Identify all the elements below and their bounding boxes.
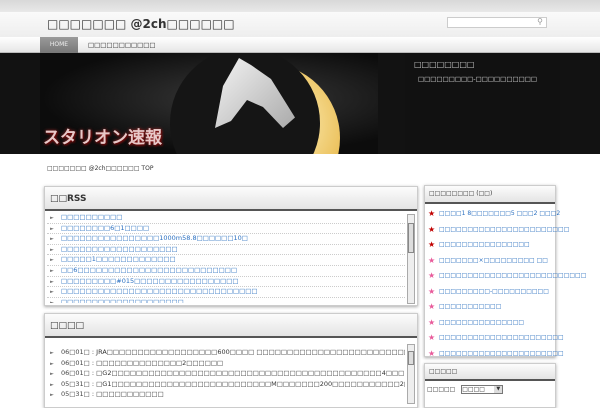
rss-item[interactable]: □□6□□□□□□□□□□□□□□□□□□□□□□□□□□ bbox=[47, 266, 405, 277]
star-icon: ★ bbox=[428, 348, 436, 358]
breadcrumb[interactable]: □□□□□□□ @2ch□□□□□□ TOP bbox=[47, 165, 153, 172]
ranking-link[interactable]: □□□□□□□□□□□□□□□□ bbox=[439, 241, 530, 248]
ranking-item[interactable]: ★ □□□□1 8□□□□□□□5 □□□2 □□□2 bbox=[425, 206, 560, 222]
star-icon: ★ bbox=[428, 271, 436, 280]
ranking-item[interactable]: ★ □□□□□□□□□□□□□□□□ bbox=[425, 237, 555, 253]
recent-text[interactable]: □G2□□□□□□□□□□□□□□□□□□□□□□□□□□□□□□□□□□□□□… bbox=[96, 369, 404, 377]
banner-logo: スタリオン速報 bbox=[43, 128, 162, 148]
top-bar bbox=[0, 0, 600, 12]
rss-item[interactable]: □□□□□□□□6□1□□□□ bbox=[47, 224, 405, 235]
ranking-item[interactable]: ★ □□□□□□□□□□□□□□□□□□□□□□ bbox=[425, 330, 564, 346]
rss-item[interactable]: □□□□□□□□□□□□□□□□1000m58.8□□□□□□10□ bbox=[47, 234, 405, 245]
ranking-title: □□□□□□□□ (□□) bbox=[425, 186, 555, 204]
ranking-item[interactable]: ★ □□□□□□□□□□□ bbox=[425, 299, 555, 315]
rss-list: □□□□□□□□□□□□□□□□□□6□1□□□□□□□□□□□□□□□□□□□… bbox=[45, 211, 417, 303]
rss-item[interactable]: □□□□□□□□□□□□□□□□□□□ bbox=[47, 245, 405, 256]
site-title[interactable]: □□□□□□□ @2ch□□□□□□ bbox=[47, 17, 235, 31]
recent-item[interactable]: 05□31□ : □□□□□□□□□□□ bbox=[47, 390, 405, 401]
recent-item[interactable]: 05□31□ : □G1□□□□□□□□□□□□□□□□□□□□□□□□□□M□… bbox=[47, 380, 405, 391]
ranking-link[interactable]: □□□□1 8□□□□□□□5 □□□2 □□□2 bbox=[439, 210, 560, 217]
ranking-box: □□□□□□□□ (□□) ★ □□□□1 8□□□□□□□5 □□□2 □□□2… bbox=[424, 185, 586, 358]
rss-item[interactable]: □□□□□□□□□□ bbox=[47, 213, 405, 224]
banner-side-title: □□□□□□□□ bbox=[414, 60, 475, 69]
recent-title: □□□□ bbox=[45, 314, 417, 338]
star-icon: ★ bbox=[428, 255, 436, 265]
rss-item[interactable]: □□□□□1□□□□□□□□□□□□□ bbox=[47, 255, 405, 266]
recent-item[interactable]: 06□01□ : □G2□□□□□□□□□□□□□□□□□□□□□□□□□□□□… bbox=[47, 369, 405, 380]
ranking-link[interactable]: □□□□□□□□□□□□□□□□□□□□□□□ bbox=[439, 226, 569, 233]
banner-side-text: □□□□□□□□□-□□□□□□□□□□ bbox=[418, 75, 538, 83]
recent-box: □□□□ 06□01□ : JRA□□□□□□□□□□□□□□□□□□600□□… bbox=[44, 313, 418, 408]
ranking-link[interactable]: □□□□□□□□□□□ bbox=[439, 303, 501, 310]
recent-date: 05□31□ : bbox=[61, 390, 97, 399]
rss-title: □□RSS bbox=[45, 187, 417, 211]
archive-select[interactable]: □□□□ ▼ bbox=[461, 385, 504, 394]
star-icon: ★ bbox=[428, 240, 436, 249]
nav-home[interactable]: HOME bbox=[40, 37, 78, 53]
rss-item[interactable]: □□□□□□□□□#015□□□□□□□□□□□□□□□□□ bbox=[47, 277, 405, 288]
banner-image: スタリオン速報 bbox=[40, 53, 378, 154]
rss-scrollbar[interactable] bbox=[407, 214, 415, 304]
search-icon[interactable]: ⚲ bbox=[537, 17, 543, 26]
nav-item[interactable]: □□□□□□□□□□□ bbox=[88, 41, 156, 49]
chevron-down-icon[interactable]: ▼ bbox=[494, 386, 503, 393]
ranking-link[interactable]: □□□□□□□□□□□□□□□□□□□□□□□□□□ bbox=[439, 272, 586, 279]
star-icon: ★ bbox=[428, 317, 436, 327]
ranking-link[interactable]: □□□□□□□□□-□□□□□□□□□□ bbox=[439, 288, 549, 295]
rss-box: □□RSS □□□□□□□□□□□□□□□□□□6□1□□□□□□□□□□□□□… bbox=[44, 186, 418, 306]
recent-item[interactable]: 06□01□ : □□□□□□□□□□□□□□2□□□□□□ bbox=[47, 359, 405, 370]
ranking-item[interactable]: ★ □□□□□□□□□□□□□□□□□□□□□□□ bbox=[425, 222, 569, 238]
star-icon: ★ bbox=[428, 286, 436, 296]
ranking-link[interactable]: □□□□□□□□□□□□□□□□□□□□□□ bbox=[439, 350, 564, 357]
star-icon: ★ bbox=[428, 333, 436, 342]
archive-select-value: □□□□ bbox=[462, 386, 485, 393]
recent-scrollbar[interactable] bbox=[407, 344, 415, 404]
rss-item[interactable]: □□□□□□□□□□□□□□□□□□□□□□□□□□□□□□□□ bbox=[47, 287, 405, 298]
recent-date: 06□01□ : bbox=[61, 369, 97, 378]
ranking-link[interactable]: □□□□□□□□□□□□□□□ bbox=[439, 319, 524, 326]
ranking-list: ★ □□□□1 8□□□□□□□5 □□□2 □□□2 ★ □□□□□□□□□□□□□… bbox=[425, 204, 586, 362]
recent-text[interactable]: □□□□□□□□□□□ bbox=[96, 390, 164, 398]
ranking-item[interactable]: ★ □□□□□□□□□□□□□□□□□□□□□□ bbox=[425, 346, 564, 362]
rss-item[interactable]: □□□□□□□□□□□□□□□□□□□□ bbox=[47, 298, 405, 303]
recent-item[interactable]: 06□01□ : JRA□□□□□□□□□□□□□□□□□□600□□□□ □□… bbox=[47, 348, 405, 359]
ranking-item[interactable]: ★ □□□□□□□□□-□□□□□□□□□□ bbox=[425, 284, 555, 300]
archive-label: □□□□□ bbox=[427, 386, 456, 393]
recent-list: 06□01□ : JRA□□□□□□□□□□□□□□□□□□600□□□□ □□… bbox=[45, 338, 417, 408]
ranking-item[interactable]: ★ □□□□□□□□□□□□□□□ bbox=[425, 315, 555, 331]
star-icon: ★ bbox=[428, 224, 436, 234]
search-input[interactable]: ⚲ bbox=[447, 17, 547, 28]
ranking-item[interactable]: ★ □□□□□□□×□□□□□□□□□ □□ bbox=[425, 253, 555, 269]
recent-text[interactable]: □G1□□□□□□□□□□□□□□□□□□□□□□□□□□M□□□□□□□200… bbox=[96, 380, 405, 388]
recent-text[interactable]: JRA□□□□□□□□□□□□□□□□□□600□□□□ □□□□□□□□□□□… bbox=[96, 348, 405, 356]
star-icon: ★ bbox=[428, 302, 436, 311]
ranking-link[interactable]: □□□□□□□×□□□□□□□□□ □□ bbox=[439, 257, 548, 264]
recent-date: 06□01□ : bbox=[61, 348, 97, 356]
recent-date: 06□01□ : bbox=[61, 358, 97, 367]
archive-box: □□□□□ □□□□□ □□□□ ▼ bbox=[424, 363, 556, 408]
ranking-link[interactable]: □□□□□□□□□□□□□□□□□□□□□□ bbox=[439, 334, 564, 341]
star-icon: ★ bbox=[428, 209, 436, 218]
recent-text[interactable]: □□□□□□□□□□□□□□2□□□□□□ bbox=[96, 359, 223, 367]
archive-title: □□□□□ bbox=[425, 364, 555, 381]
recent-date: 05□31□ : bbox=[61, 379, 97, 388]
ranking-item[interactable]: ★ □□□□□□□□□□□□□□□□□□□□□□□□□□ bbox=[425, 268, 586, 284]
